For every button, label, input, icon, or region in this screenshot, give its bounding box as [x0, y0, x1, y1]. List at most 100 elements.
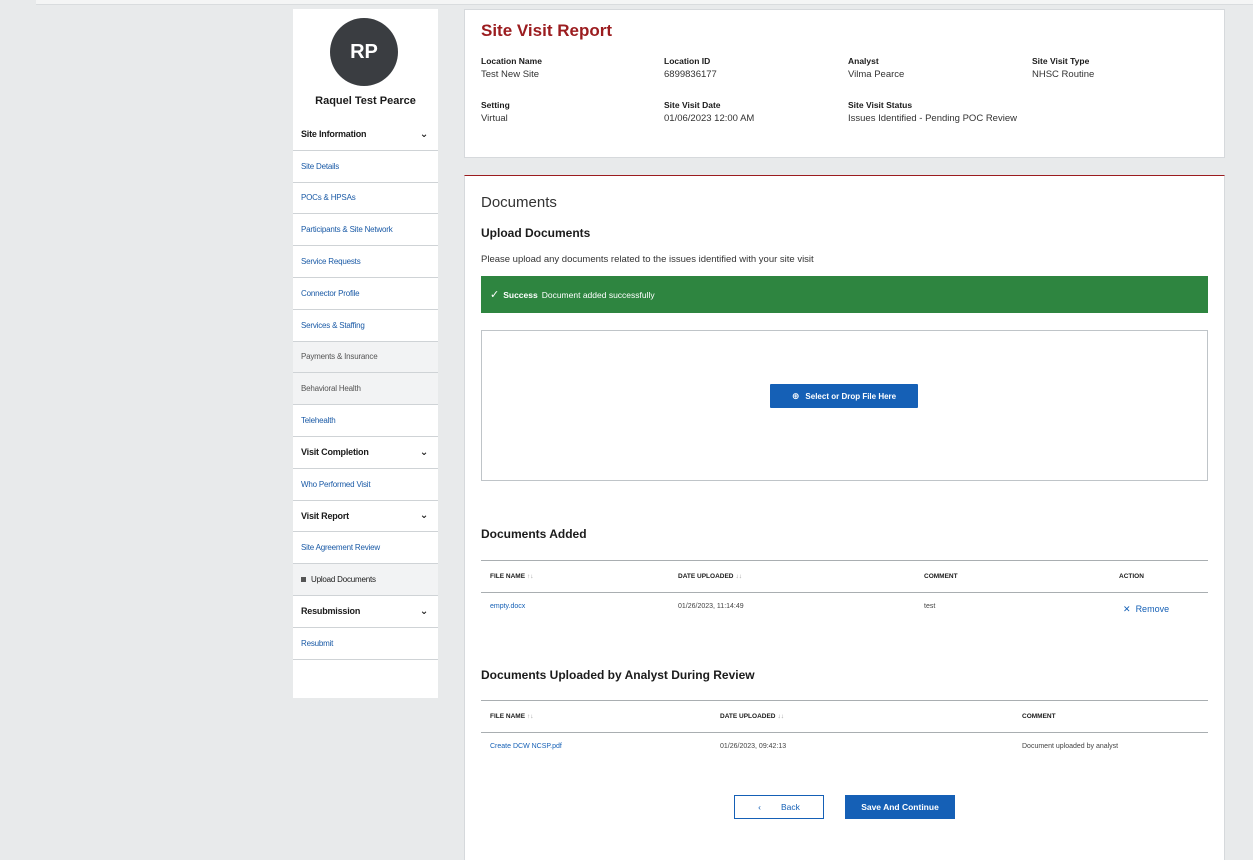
- documents-card: Documents Upload Documents Please upload…: [464, 175, 1225, 860]
- field-value: 6899836177: [664, 69, 717, 80]
- chevron-left-icon: ‹: [758, 802, 761, 812]
- table-row: empty.docx 01/26/2023, 11:14:49 test ✕ R…: [481, 593, 1208, 625]
- analyst-documents-table: FILE NAME ↑↓ DATE UPLOADED ↓↓ COMMENT Crea…: [481, 700, 1208, 765]
- back-button[interactable]: ‹ Back: [734, 795, 824, 819]
- sort-icon: ↓↓: [777, 713, 785, 720]
- analyst-documents-heading: Documents Uploaded by Analyst During Rev…: [481, 668, 755, 682]
- current-marker-icon: [301, 577, 306, 583]
- field-location-id: Location ID 6899836177: [664, 56, 717, 80]
- date-cell: 01/26/2023, 09:42:13: [720, 743, 787, 750]
- plus-circle-icon: ⊕: [791, 390, 800, 401]
- success-alert: ✓ Success Document added successfully: [481, 276, 1208, 313]
- user-name: Raquel Test Pearce: [315, 95, 416, 107]
- sort-icon: ↑↓: [527, 713, 534, 720]
- section-label: Resubmission: [301, 606, 361, 617]
- documents-title: Documents: [481, 194, 557, 211]
- avatar: RP: [330, 18, 398, 86]
- field-value: NHSC Routine: [1032, 69, 1095, 80]
- header-label: FILE NAME: [490, 573, 526, 580]
- close-icon: ✕: [1123, 604, 1131, 614]
- column-header-comment: COMMENT: [1022, 713, 1056, 720]
- field-visit-status: Site Visit Status Issues Identified - Pe…: [848, 100, 1018, 124]
- field-label: Site Visit Status: [848, 100, 913, 110]
- remove-button[interactable]: ✕ Remove: [1123, 604, 1169, 615]
- header-label: DATE UPLOADED: [678, 573, 734, 580]
- sidebar-item-upload-documents[interactable]: Upload Documents: [293, 564, 438, 596]
- remove-label: Remove: [1135, 604, 1170, 614]
- section-label: Site Information: [301, 129, 367, 140]
- header-label: DATE UPLOADED: [720, 713, 776, 720]
- section-visit-report[interactable]: Visit Report ⌄: [293, 501, 438, 533]
- table-header: FILE NAME ↑↓ DATE UPLOADED ↓↓ COMMENT: [481, 700, 1208, 733]
- chevron-down-icon: ⌄: [419, 510, 428, 522]
- save-and-continue-button[interactable]: Save And Continue: [845, 795, 955, 819]
- field-value: 01/06/2023 12:00 AM: [664, 113, 755, 124]
- comment-cell: test: [924, 603, 936, 610]
- field-analyst: Analyst Vilma Pearce: [848, 56, 904, 80]
- chevron-down-icon: ⌄: [419, 128, 428, 140]
- back-label: Back: [780, 802, 800, 812]
- field-label: Location ID: [664, 56, 711, 66]
- field-value: Vilma Pearce: [848, 69, 905, 80]
- sidebar-item-participants[interactable]: Participants & Site Network: [293, 214, 438, 247]
- sidebar-item-pocs-hpsas[interactable]: POCs & HPSAs: [293, 183, 438, 215]
- alert-text: Document added successfully: [541, 289, 655, 300]
- field-value: Test New Site: [481, 69, 540, 80]
- header-label: FILE NAME: [490, 713, 526, 720]
- section-visit-completion[interactable]: Visit Completion ⌄: [293, 437, 438, 469]
- documents-added-table: FILE NAME ↑↓ DATE UPLOADED ↓↓ COMMENT ACTI…: [481, 560, 1208, 625]
- sidebar-item-service-requests[interactable]: Service Requests: [293, 246, 438, 278]
- upload-documents-heading: Upload Documents: [481, 226, 591, 240]
- column-header-comment: COMMENT: [924, 573, 958, 580]
- sidebar: RP Raquel Test Pearce Site Information ⌄ …: [293, 9, 438, 698]
- page-title: Site Visit Report: [481, 21, 612, 40]
- column-header-file-name[interactable]: FILE NAME ↑↓: [490, 573, 534, 580]
- sort-icon: ↑↓: [527, 573, 534, 580]
- field-location-name: Location Name Test New Site: [481, 56, 542, 80]
- file-link[interactable]: empty.docx: [490, 603, 525, 610]
- upload-description: Please upload any documents related to t…: [481, 254, 814, 265]
- section-label: Visit Completion: [301, 447, 369, 458]
- sidebar-item-site-agreement[interactable]: Site Agreement Review: [293, 532, 438, 565]
- column-header-date-uploaded[interactable]: DATE UPLOADED ↓↓: [720, 713, 784, 720]
- field-value: Issues Identified - Pending POC Review: [848, 113, 1017, 124]
- report-header-card: Site Visit Report Location Name Test New…: [464, 9, 1225, 158]
- checkmark-icon: ✓: [490, 289, 500, 301]
- sidebar-nav: Site Information ⌄ Site Details POCs & HP…: [293, 119, 438, 660]
- sidebar-item-behavioral-health: Behavioral Health: [293, 373, 438, 406]
- field-value: Virtual: [481, 113, 508, 124]
- field-label: Site Visit Type: [1032, 56, 1090, 66]
- sidebar-item-resubmit[interactable]: Resubmit: [293, 628, 438, 660]
- field-label: Location Name: [481, 56, 542, 66]
- sidebar-item-site-details[interactable]: Site Details: [293, 151, 438, 183]
- table-row: Create DCW NCSP.pdf 01/26/2023, 09:42:13…: [481, 733, 1208, 765]
- sidebar-item-who-performed[interactable]: Who Performed Visit: [293, 469, 438, 501]
- sidebar-item-label: Upload Documents: [311, 575, 376, 585]
- section-site-information[interactable]: Site Information ⌄: [293, 119, 438, 151]
- section-resubmission[interactable]: Resubmission ⌄: [293, 596, 438, 628]
- file-dropzone[interactable]: ⊕ Select or Drop File Here: [481, 330, 1208, 481]
- select-file-label: Select or Drop File Here: [805, 391, 897, 401]
- field-visit-type: Site Visit Type NHSC Routine: [1032, 56, 1094, 80]
- table-header: FILE NAME ↑↓ DATE UPLOADED ↓↓ COMMENT ACTI…: [481, 560, 1208, 593]
- alert-strong: Success: [503, 289, 538, 300]
- sort-icon: ↓↓: [735, 573, 743, 580]
- select-file-button[interactable]: ⊕ Select or Drop File Here: [770, 384, 918, 408]
- file-link[interactable]: Create DCW NCSP.pdf: [490, 743, 562, 750]
- chevron-down-icon: ⌄: [419, 446, 428, 458]
- section-label: Visit Report: [301, 510, 349, 521]
- column-header-date-uploaded[interactable]: DATE UPLOADED ↓↓: [678, 573, 742, 580]
- sidebar-item-telehealth[interactable]: Telehealth: [293, 405, 438, 437]
- chevron-down-icon: ⌄: [419, 605, 428, 617]
- field-label: Site Visit Date: [664, 100, 721, 110]
- field-label: Setting: [481, 100, 510, 110]
- column-header-file-name[interactable]: FILE NAME ↑↓: [490, 713, 534, 720]
- sidebar-item-connector-profile[interactable]: Connector Profile: [293, 278, 438, 310]
- date-cell: 01/26/2023, 11:14:49: [678, 603, 744, 610]
- column-header-action: ACTION: [1119, 573, 1144, 580]
- top-bar: [36, 0, 1253, 5]
- field-setting: Setting Virtual: [481, 100, 510, 124]
- comment-cell: Document uploaded by analyst: [1022, 743, 1119, 750]
- field-label: Analyst: [848, 56, 879, 66]
- sidebar-item-services-staffing[interactable]: Services & Staffing: [293, 310, 438, 342]
